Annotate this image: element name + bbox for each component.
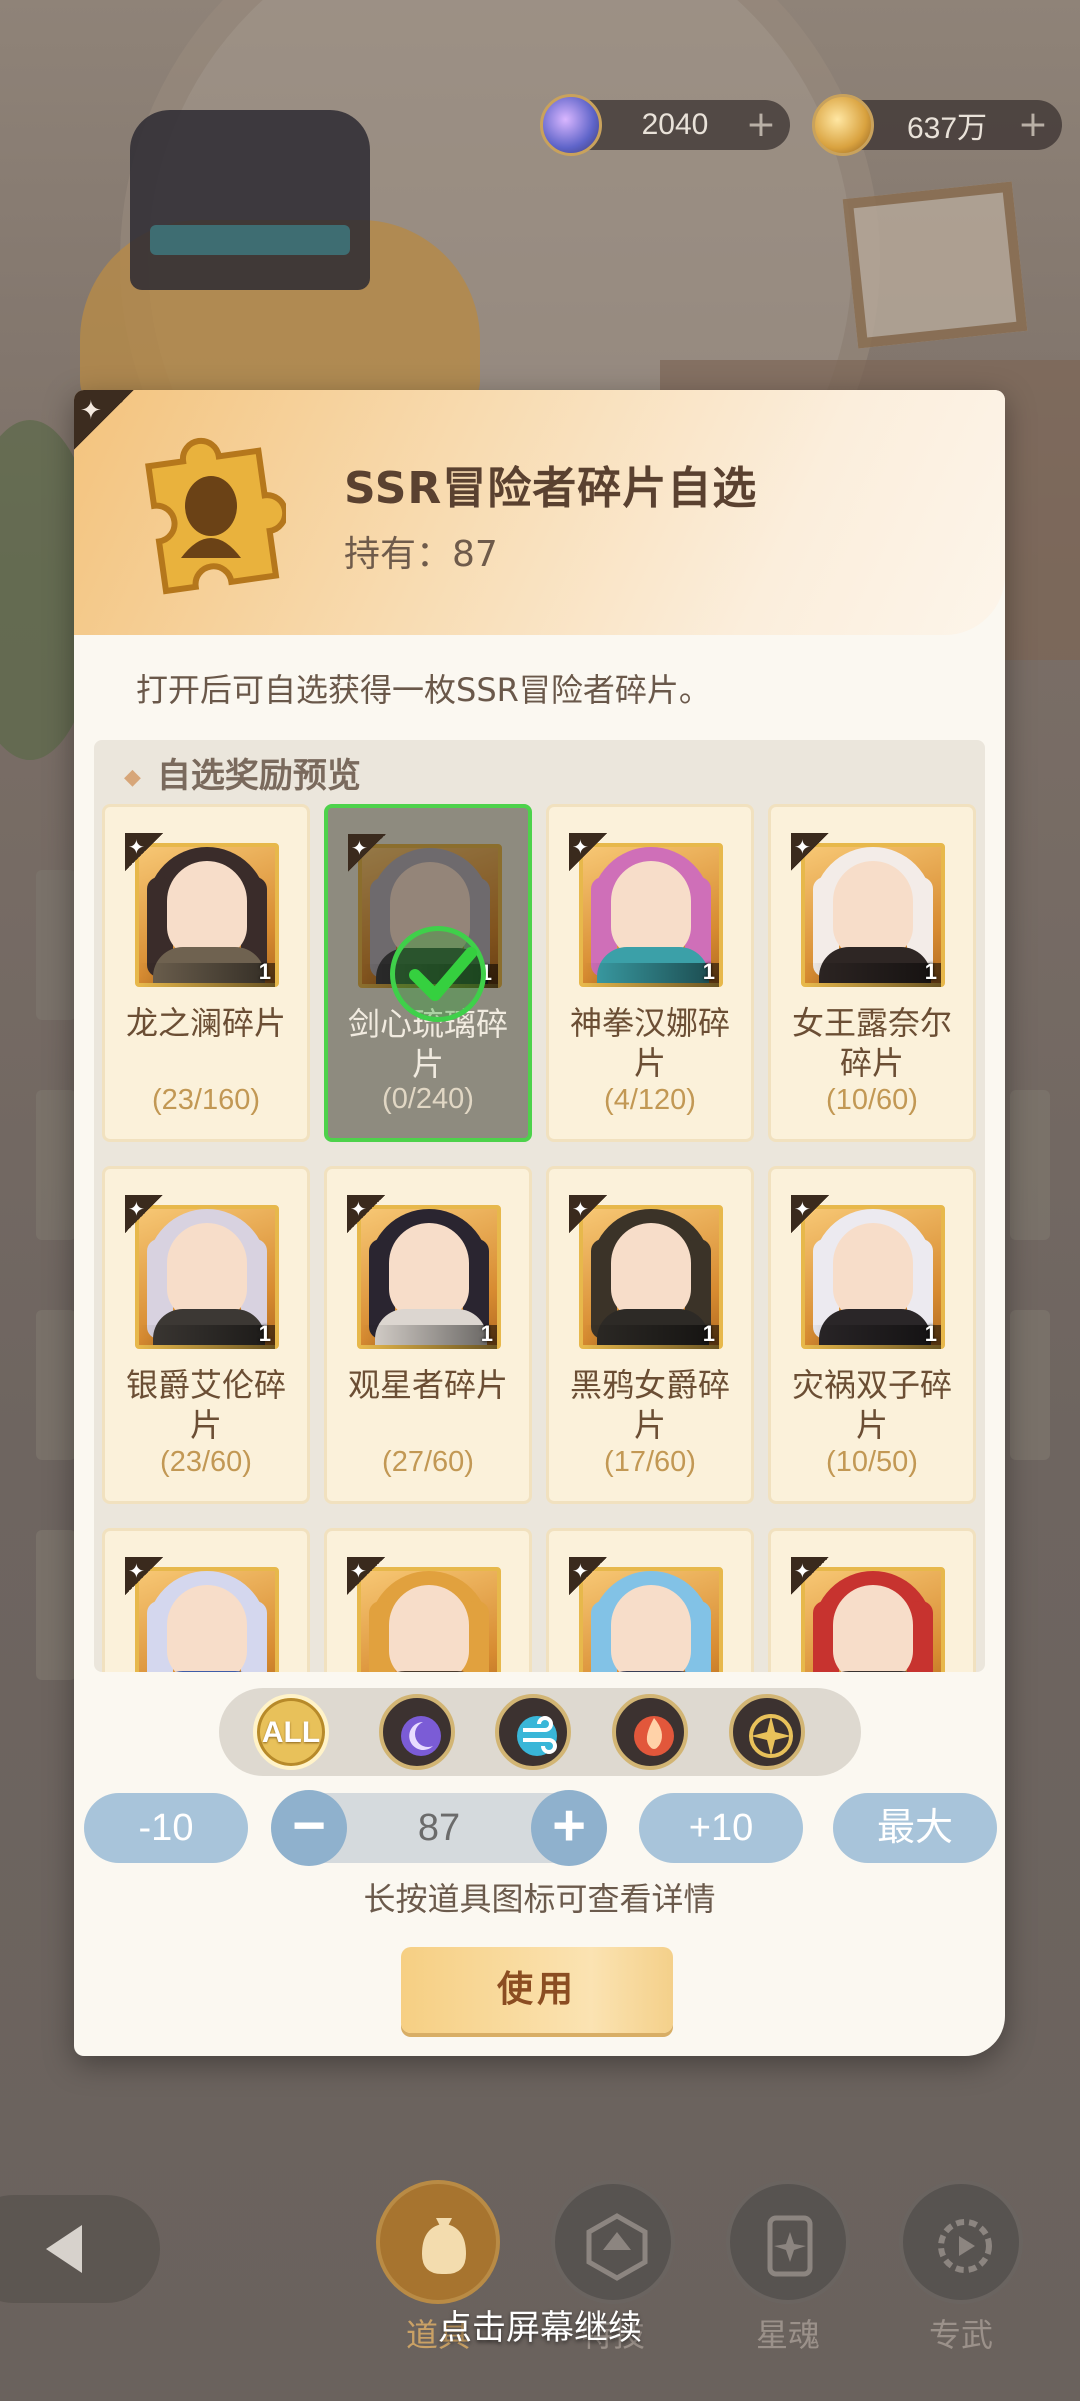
fragment-name: 神拳汉娜碎片 <box>569 1004 730 1082</box>
back-arrow-icon <box>46 2225 82 2273</box>
reward-preview-heading: ◆ 自选奖励预览 <box>124 748 361 797</box>
fragment-progress: (27/60) <box>382 1446 474 1478</box>
plus-10-button[interactable]: +10 <box>639 1793 803 1863</box>
quantity-value[interactable]: 87 <box>350 1793 528 1863</box>
back-button[interactable] <box>0 2195 160 2303</box>
filter-dark-button[interactable] <box>379 1694 455 1770</box>
filter-light-button[interactable] <box>729 1694 805 1770</box>
fragment-quantity: 1 <box>258 1321 271 1346</box>
fragment-card[interactable]: ✦ 1 黑鸦女爵碎片 (17/60) <box>546 1166 754 1504</box>
fragment-card[interactable]: ✦ 1 龙之澜碎片 (23/160) <box>102 804 310 1142</box>
dark-element-icon <box>401 1716 441 1756</box>
owned-count: 持有：87 <box>344 525 498 577</box>
diamond-bullet-icon: ◆ <box>124 765 141 790</box>
weapon-gear-icon <box>938 2219 992 2273</box>
fragment-name: 黑鸦女爵碎片 <box>569 1366 730 1444</box>
increment-button[interactable]: + <box>531 1790 607 1866</box>
puzzle-corner-icon: ✦ <box>74 390 134 450</box>
fragment-quantity: 1 <box>924 1321 937 1346</box>
nav-tab-circle <box>899 2180 1023 2304</box>
tap-to-continue[interactable]: 点击屏幕继续 <box>0 2300 1080 2349</box>
ssr-fragment-puzzle-icon <box>136 428 289 603</box>
light-element-icon <box>749 1714 793 1758</box>
reward-preview-panel[interactable]: ◆ 自选奖励预览 ✦ 1 龙之澜碎片 (23/160) ✦ 1 剑心琉璃碎片 (0… <box>94 740 985 1672</box>
fragment-card[interactable]: ✦ 1 观星者碎片 (27/60) <box>324 1166 532 1504</box>
dialog-header: ✦ SSR冒险者碎片自选 持有：87 <box>74 390 1005 635</box>
fragment-progress: (23/160) <box>151 1084 260 1116</box>
fragment-quantity: 1 <box>702 1321 715 1346</box>
fragment-puzzle-icon: ✦ <box>569 1557 607 1595</box>
fire-element-icon <box>634 1716 674 1756</box>
fragment-progress: (10/50) <box>826 1446 918 1478</box>
fragment-card[interactable]: ✦ 1 银爵艾伦碎片 (23/60) <box>102 1166 310 1504</box>
fragment-name: 女王露奈尔碎片 <box>791 1004 952 1082</box>
dialog-description: 打开后可自选获得一枚SSR冒险者碎片。 <box>136 671 711 709</box>
fragment-puzzle-icon: ✦ <box>125 833 163 871</box>
decrement-button[interactable]: − <box>271 1790 347 1866</box>
filter-all-button[interactable]: ALL <box>253 1694 329 1770</box>
nav-tab-circle <box>551 2180 675 2304</box>
fragment-puzzle-icon: ✦ <box>347 1557 385 1595</box>
gem-amount: 2040 <box>641 108 709 141</box>
gold-amount: 637万 <box>906 112 988 145</box>
fragment-progress: (10/60) <box>826 1084 918 1116</box>
nav-tab-circle <box>376 2180 500 2304</box>
dice-icon <box>586 2213 648 2281</box>
fragment-card[interactable]: ✦ 1 神拳汉娜碎片 (4/120) <box>546 804 754 1142</box>
fragment-puzzle-icon: ✦ <box>791 833 829 871</box>
bag-icon <box>422 2218 466 2274</box>
add-gem-button[interactable]: + <box>746 100 776 150</box>
fragment-puzzle-icon: ✦ <box>569 833 607 871</box>
gem-orb-icon <box>540 94 602 156</box>
owned-value: 87 <box>452 534 498 575</box>
max-button[interactable]: 最大 <box>833 1793 997 1863</box>
fragment-quantity: 1 <box>702 959 715 984</box>
quantity-stepper: − 87 + <box>271 1790 607 1866</box>
item-select-dialog: ✦ SSR冒险者碎片自选 持有：87 打开后可自选获得一枚SSR冒险者碎片。 ◆… <box>74 390 1005 2056</box>
fragment-puzzle-icon: ✦ <box>791 1195 829 1233</box>
wind-element-icon <box>517 1716 557 1756</box>
fragment-name: 观星者碎片 <box>347 1366 508 1404</box>
fragment-puzzle-icon: ✦ <box>125 1557 163 1595</box>
fragment-name: 龙之澜碎片 <box>125 1004 286 1042</box>
all-filter-label: ALL <box>261 1716 321 1749</box>
gem-currency: 2040 + <box>540 94 790 156</box>
element-filter-bar: ALL <box>219 1688 861 1776</box>
fragment-card[interactable]: ✦ <box>546 1528 754 1672</box>
fragment-puzzle-icon: ✦ <box>348 834 386 872</box>
gold-currency: 637万 + <box>812 94 1062 156</box>
minus-10-button[interactable]: -10 <box>84 1793 248 1863</box>
gold-coin-icon <box>812 94 874 156</box>
fragment-card[interactable]: ✦ <box>102 1528 310 1672</box>
long-press-hint: 长按道具图标可查看详情 <box>363 1880 716 1918</box>
reward-preview-title: 自选奖励预览 <box>156 756 361 796</box>
fragment-puzzle-icon: ✦ <box>347 1195 385 1233</box>
dialog-title: SSR冒险者碎片自选 <box>344 463 758 514</box>
fragment-puzzle-icon: ✦ <box>791 1557 829 1595</box>
fragment-card[interactable]: ✦ <box>768 1528 976 1672</box>
fragment-quantity: 1 <box>480 1321 493 1346</box>
fragment-card[interactable]: ✦ <box>324 1528 532 1672</box>
fragment-puzzle-icon: ✦ <box>125 1195 163 1233</box>
checkmark-icon <box>390 926 486 1022</box>
card-star-icon <box>767 2215 813 2277</box>
fragment-progress: (0/240) <box>382 1083 474 1115</box>
owned-label: 持有： <box>344 534 453 575</box>
use-button[interactable]: 使用 <box>401 1947 673 2033</box>
fragment-card[interactable]: ✦ 1 灾祸双子碎片 (10/50) <box>768 1166 976 1504</box>
fragment-name: 银爵艾伦碎片 <box>125 1366 286 1444</box>
fragment-progress: (4/120) <box>604 1084 696 1116</box>
fragment-card[interactable]: ✦ 1 剑心琉璃碎片 (0/240) <box>324 804 532 1142</box>
add-gold-button[interactable]: + <box>1018 100 1048 150</box>
fragment-quantity: 1 <box>258 959 271 984</box>
fragment-progress: (23/60) <box>160 1446 252 1478</box>
fragment-name: 灾祸双子碎片 <box>791 1366 952 1444</box>
fragment-puzzle-icon: ✦ <box>569 1195 607 1233</box>
fragment-quantity: 1 <box>924 959 937 984</box>
nav-tab-circle <box>726 2180 850 2304</box>
fragment-progress: (17/60) <box>604 1446 696 1478</box>
fragment-card[interactable]: ✦ 1 女王露奈尔碎片 (10/60) <box>768 804 976 1142</box>
filter-fire-button[interactable] <box>612 1694 688 1770</box>
filter-wind-button[interactable] <box>495 1694 571 1770</box>
